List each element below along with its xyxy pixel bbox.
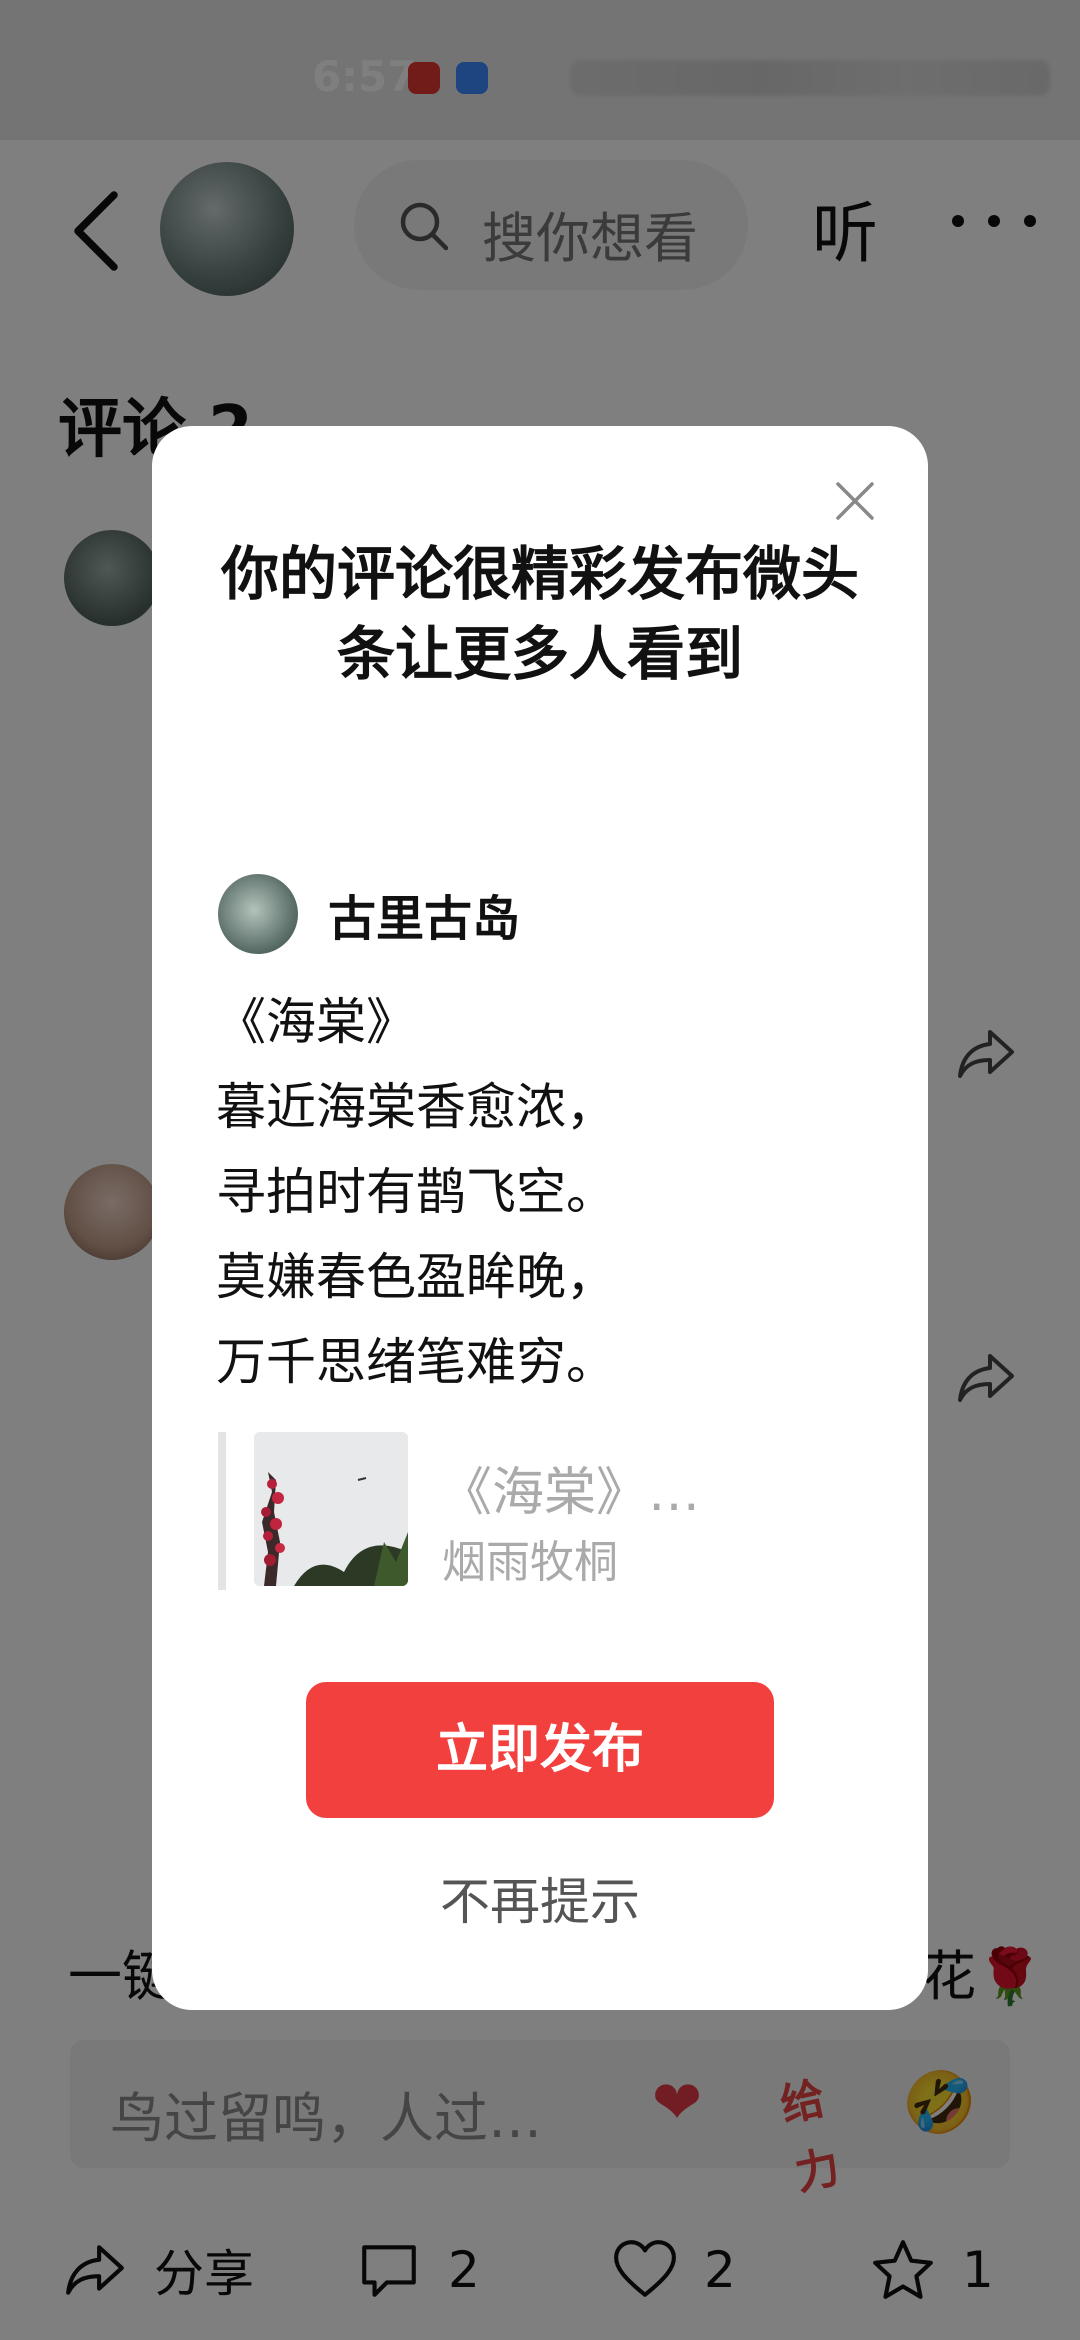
publish-dialog: 你的评论很精彩发布微头条让更多人看到 古里古岛 《海棠》 暮近海棠香愈浓， 寻拍… xyxy=(152,426,928,2010)
quoted-author: 烟雨牧桐 xyxy=(442,1537,618,1588)
author-row: 古里古岛 xyxy=(218,874,520,954)
poem-line: 《海棠》 xyxy=(216,993,416,1051)
dont-remind-button[interactable]: 不再提示 xyxy=(152,1862,928,1934)
quoted-title: 《海棠》… xyxy=(440,1463,701,1523)
poem-line: 莫嫌春色盈眸晚， xyxy=(216,1248,616,1306)
article-thumbnail xyxy=(254,1432,408,1586)
dialog-headline: 你的评论很精彩发布微头条让更多人看到 xyxy=(220,540,859,688)
comment-text: 《海棠》 暮近海棠香愈浓， 寻拍时有鹊飞空。 莫嫌春色盈眸晚， 万千思绪笔难穷。 xyxy=(216,980,616,1405)
quoted-article: 《海棠》… 烟雨牧桐 xyxy=(218,1432,838,1590)
author-name: 古里古岛 xyxy=(328,891,521,947)
poem-line: 万千思绪笔难穷。 xyxy=(216,1333,616,1391)
author-avatar xyxy=(218,874,298,954)
publish-now-button[interactable]: 立即发布 xyxy=(306,1682,774,1818)
poem-line: 暮近海棠香愈浓， xyxy=(216,1078,616,1136)
close-icon[interactable] xyxy=(832,478,878,524)
poem-line: 寻拍时有鹊飞空。 xyxy=(216,1163,616,1221)
